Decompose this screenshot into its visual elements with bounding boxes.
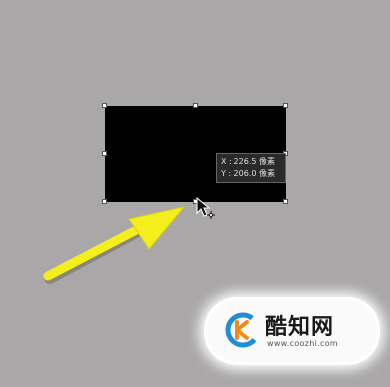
- move-cursor-icon: [196, 196, 215, 219]
- watermark-url: www.coozhi.com: [267, 339, 338, 348]
- site-watermark: 酷知网 www.coozhi.com: [207, 300, 377, 362]
- yellow-arrow: [43, 206, 186, 284]
- coozhi-logo-icon: [225, 312, 261, 348]
- watermark-title: 酷知网: [265, 315, 335, 340]
- document-canvas[interactable]: X : 226.5 像素 Y : 206.0 像素 酷知网 www.coozhi…: [0, 0, 390, 387]
